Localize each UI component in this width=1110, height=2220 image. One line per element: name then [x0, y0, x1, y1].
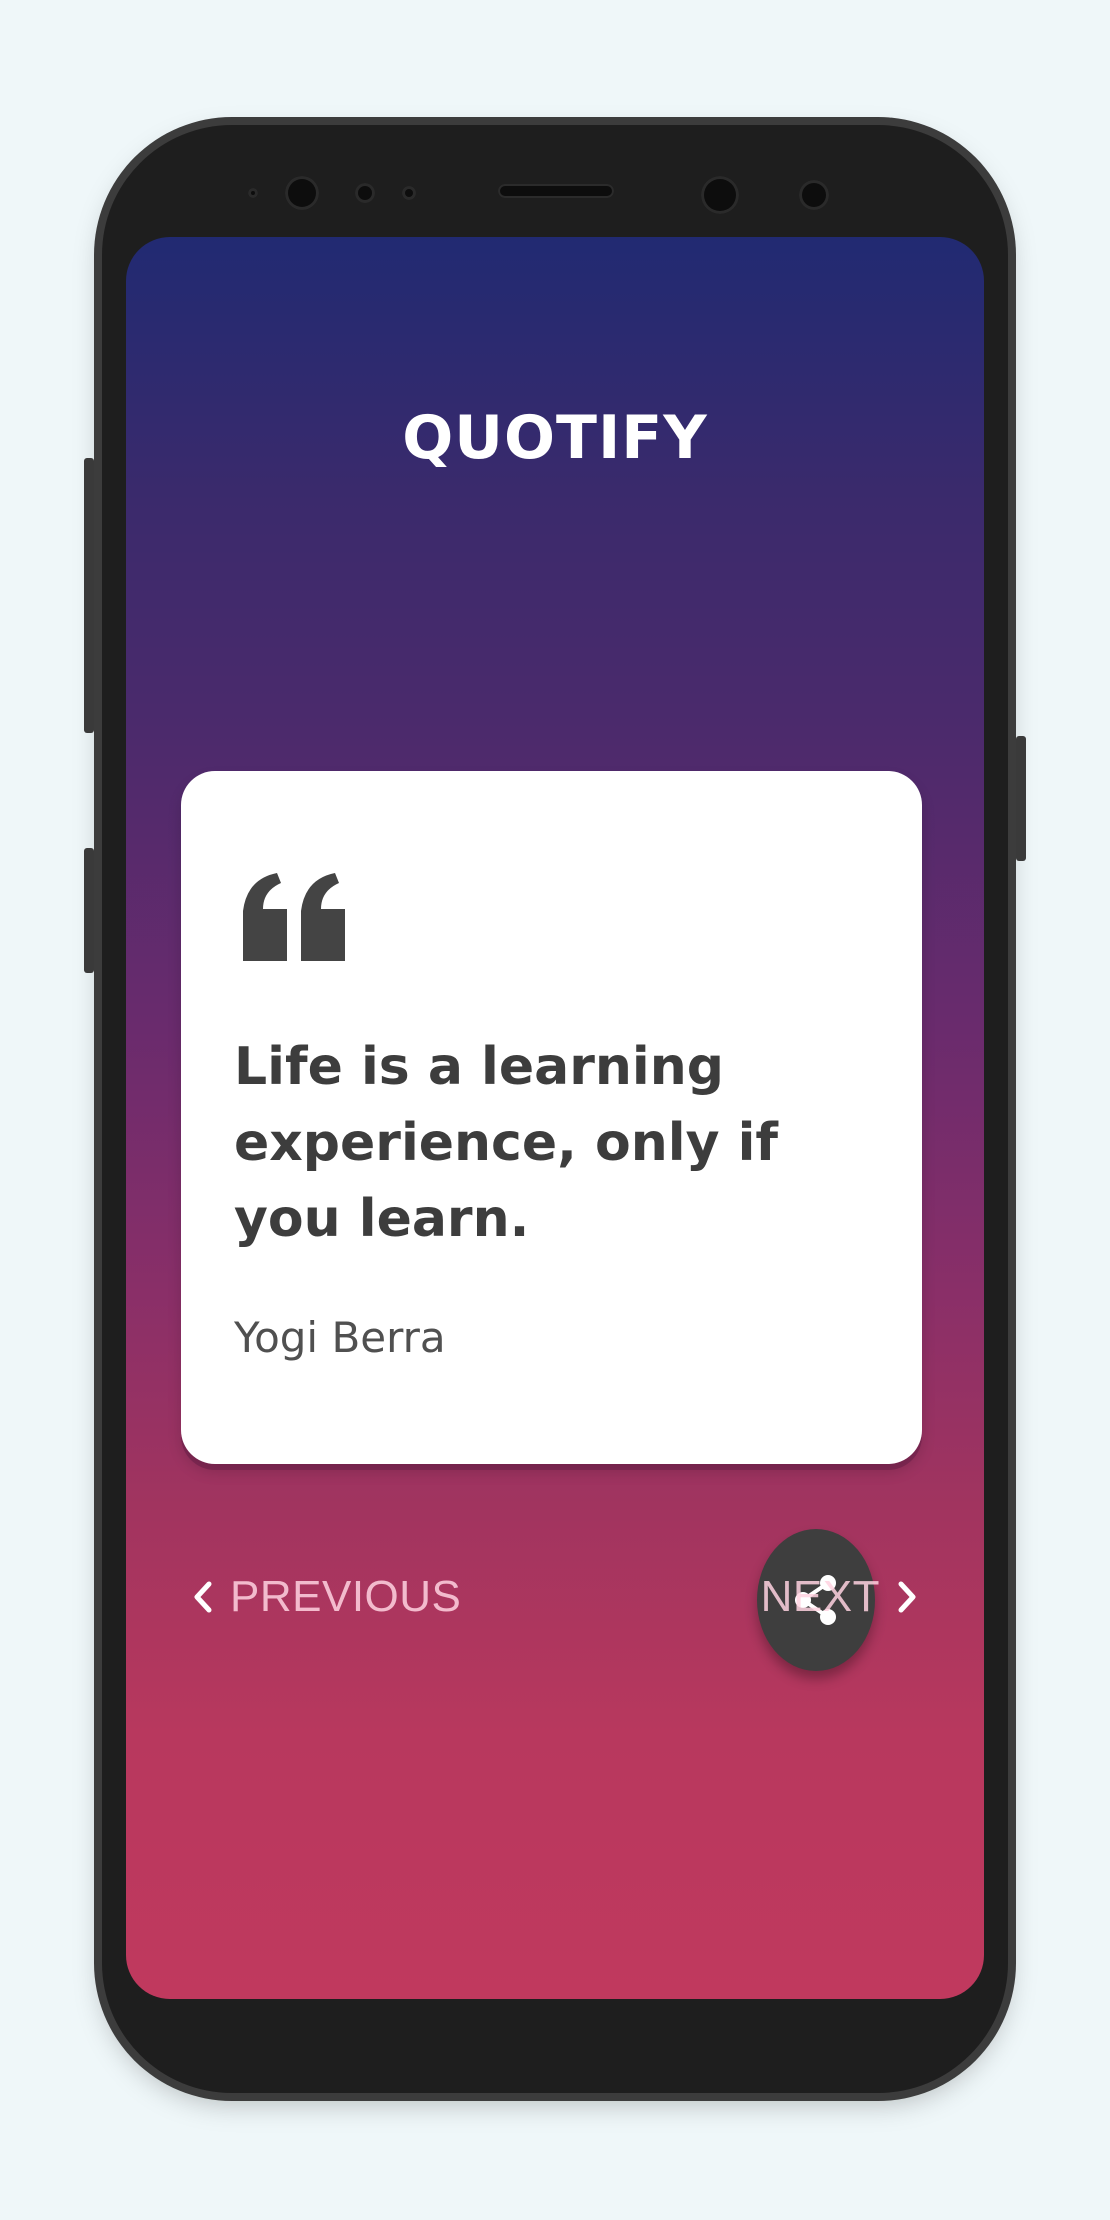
next-label: NEXT: [760, 1572, 880, 1621]
volume-button: [84, 458, 94, 733]
iris-camera: [285, 176, 319, 210]
iris-scanner: [799, 180, 829, 210]
chevron-right-icon: [898, 1581, 916, 1613]
previous-button[interactable]: PREVIOUS: [192, 1567, 461, 1627]
power-button: [1016, 736, 1026, 861]
led-indicator: [402, 186, 416, 200]
proximity-sensor: [248, 188, 258, 198]
bixby-button: [84, 848, 94, 973]
quote-card: Life is a learning experience, only if y…: [181, 771, 922, 1464]
quote-text: Life is a learning experience, only if y…: [234, 1037, 779, 1249]
previous-label: PREVIOUS: [230, 1572, 462, 1621]
front-camera: [701, 176, 739, 214]
next-button[interactable]: NEXT: [761, 1567, 918, 1627]
light-sensor: [355, 183, 375, 203]
phone-frame: QUOTIFY Life is a learning experience, o…: [84, 125, 1026, 2093]
app-screen: QUOTIFY Life is a learning experience, o…: [126, 237, 984, 1999]
app-title: QUOTIFY: [402, 403, 708, 473]
earpiece-speaker: [498, 184, 614, 198]
quote-mark-icon: [243, 873, 345, 961]
chevron-left-icon: [194, 1581, 212, 1613]
quote-author: Yogi Berra: [234, 1313, 446, 1362]
